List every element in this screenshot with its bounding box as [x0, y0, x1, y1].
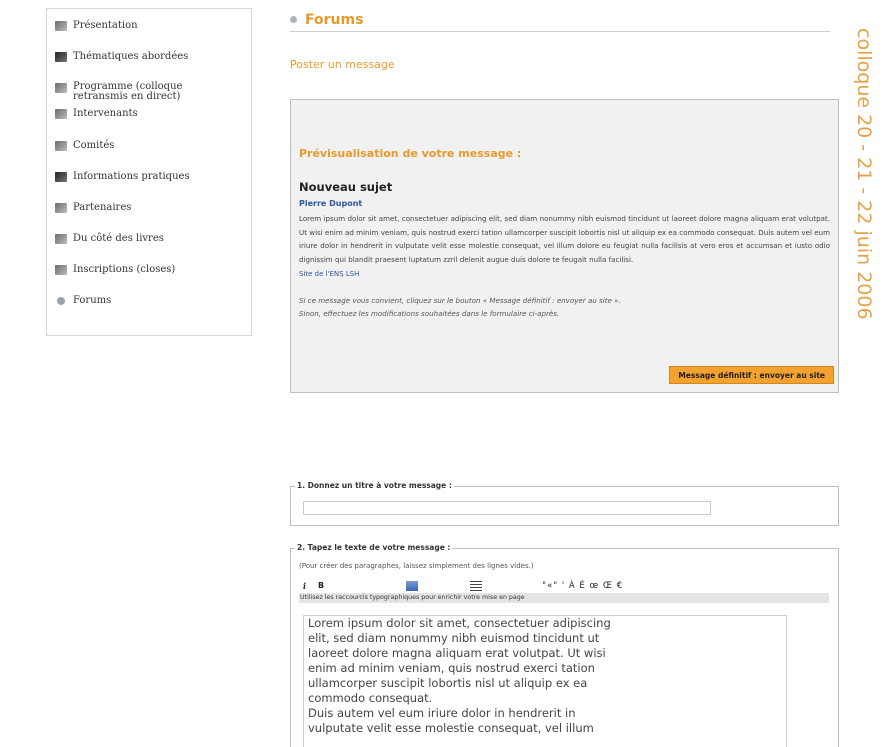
format-toolbar: i B "«" ' À É œ Œ €	[299, 580, 829, 591]
main-content: Forums Poster un message Prévisualisatio…	[290, 8, 839, 747]
sidebar-item-comites[interactable]: Comités	[55, 140, 251, 151]
presentation-icon	[55, 21, 67, 31]
sidebar-item-forums[interactable]: Forums	[55, 295, 251, 306]
registration-icon	[55, 265, 67, 275]
pen-icon	[55, 172, 67, 182]
submit-final-button[interactable]: Message définitif : envoyer au site	[669, 366, 834, 384]
post-message-link[interactable]: Poster un message	[290, 58, 395, 71]
bullet-icon	[57, 297, 65, 305]
bullet-icon	[290, 16, 297, 23]
sidebar-item-livres[interactable]: Du côté des livres	[55, 233, 251, 244]
sidebar-item-label: Comités	[73, 140, 115, 151]
text-fieldset: 2. Tapez le texte de votre message : (Po…	[290, 543, 839, 747]
preview-heading: Prévisualisation de votre message :	[299, 147, 522, 160]
message-site-link[interactable]: Site de l'ENS LSH	[299, 270, 830, 278]
preview-note-line2: Sinon, effectuez les modifications souha…	[299, 309, 560, 318]
partners-icon	[55, 203, 67, 213]
sidebar-item-inscriptions[interactable]: Inscriptions (closes)	[55, 264, 251, 275]
sidebar-item-label: Forums	[73, 295, 112, 306]
message-body: Lorem ipsum dolor sit amet, consectetuer…	[299, 214, 830, 264]
link-icon[interactable]	[406, 580, 419, 591]
sidebar-item-label: Intervenants	[73, 108, 138, 119]
book-icon	[55, 52, 67, 62]
sidebar-item-label: Inscriptions (closes)	[73, 264, 176, 275]
message-title-input[interactable]	[303, 501, 711, 515]
sidebar-item-partenaires[interactable]: Partenaires	[55, 202, 251, 213]
sidebar-item-intervenants[interactable]: Intervenants	[55, 108, 251, 119]
title-legend: 1. Donnez un titre à votre message :	[295, 481, 454, 490]
message-text-area[interactable]	[303, 615, 787, 747]
message-author: Pierre Dupont	[299, 199, 363, 208]
paragraph-hint: (Pour créer des paragraphes, laissez sim…	[299, 562, 534, 570]
text-legend: 2. Tapez le texte de votre message :	[295, 543, 453, 552]
speakers-icon	[55, 109, 67, 119]
sidebar-item-label: Programme (colloque retransmis en direct…	[73, 81, 183, 102]
sidebar-item-informations[interactable]: Informations pratiques	[55, 171, 251, 182]
side-title-text: colloque 20 - 21 - 22 juin 2006	[853, 28, 875, 320]
toolbar-tip: Utilisez les raccourcis typographiques p…	[299, 593, 829, 603]
page-title: Forums	[305, 11, 364, 28]
sidebar-item-label: Thématiques abordées	[73, 51, 189, 62]
list-icon[interactable]	[470, 580, 483, 591]
sidebar-item-presentation[interactable]: Présentation	[55, 20, 251, 31]
sidebar-item-label: Présentation	[73, 20, 138, 31]
page-header: Forums	[290, 8, 830, 32]
books-icon	[55, 234, 67, 244]
sidebar-item-thematiques[interactable]: Thématiques abordées	[55, 51, 251, 62]
title-fieldset: 1. Donnez un titre à votre message :	[290, 481, 839, 526]
sidebar-item-programme[interactable]: Programme (colloque retransmis en direct…	[55, 82, 251, 101]
sidebar-item-label: Informations pratiques	[73, 171, 190, 182]
sidebar-item-label: Partenaires	[73, 202, 132, 213]
sidebar-item-label: Du côté des livres	[73, 233, 164, 244]
bold-button[interactable]: B	[318, 581, 324, 590]
committee-icon	[55, 141, 67, 151]
message-subject: Nouveau sujet	[299, 180, 393, 194]
sidebar-nav: Présentation Thématiques abordées Progra…	[46, 8, 252, 336]
italic-button[interactable]: i	[303, 581, 306, 591]
special-chars-buttons[interactable]: "«" ' À É œ Œ €	[542, 581, 623, 591]
program-icon	[55, 83, 67, 93]
preview-note-line1: Si ce message vous convient, cliquez sur…	[299, 296, 621, 305]
preview-note: Si ce message vous convient, cliquez sur…	[299, 294, 830, 320]
side-title: colloque 20 - 21 - 22 juin 2006	[845, 28, 885, 428]
message-preview: Prévisualisation de votre message : Nouv…	[290, 99, 839, 393]
